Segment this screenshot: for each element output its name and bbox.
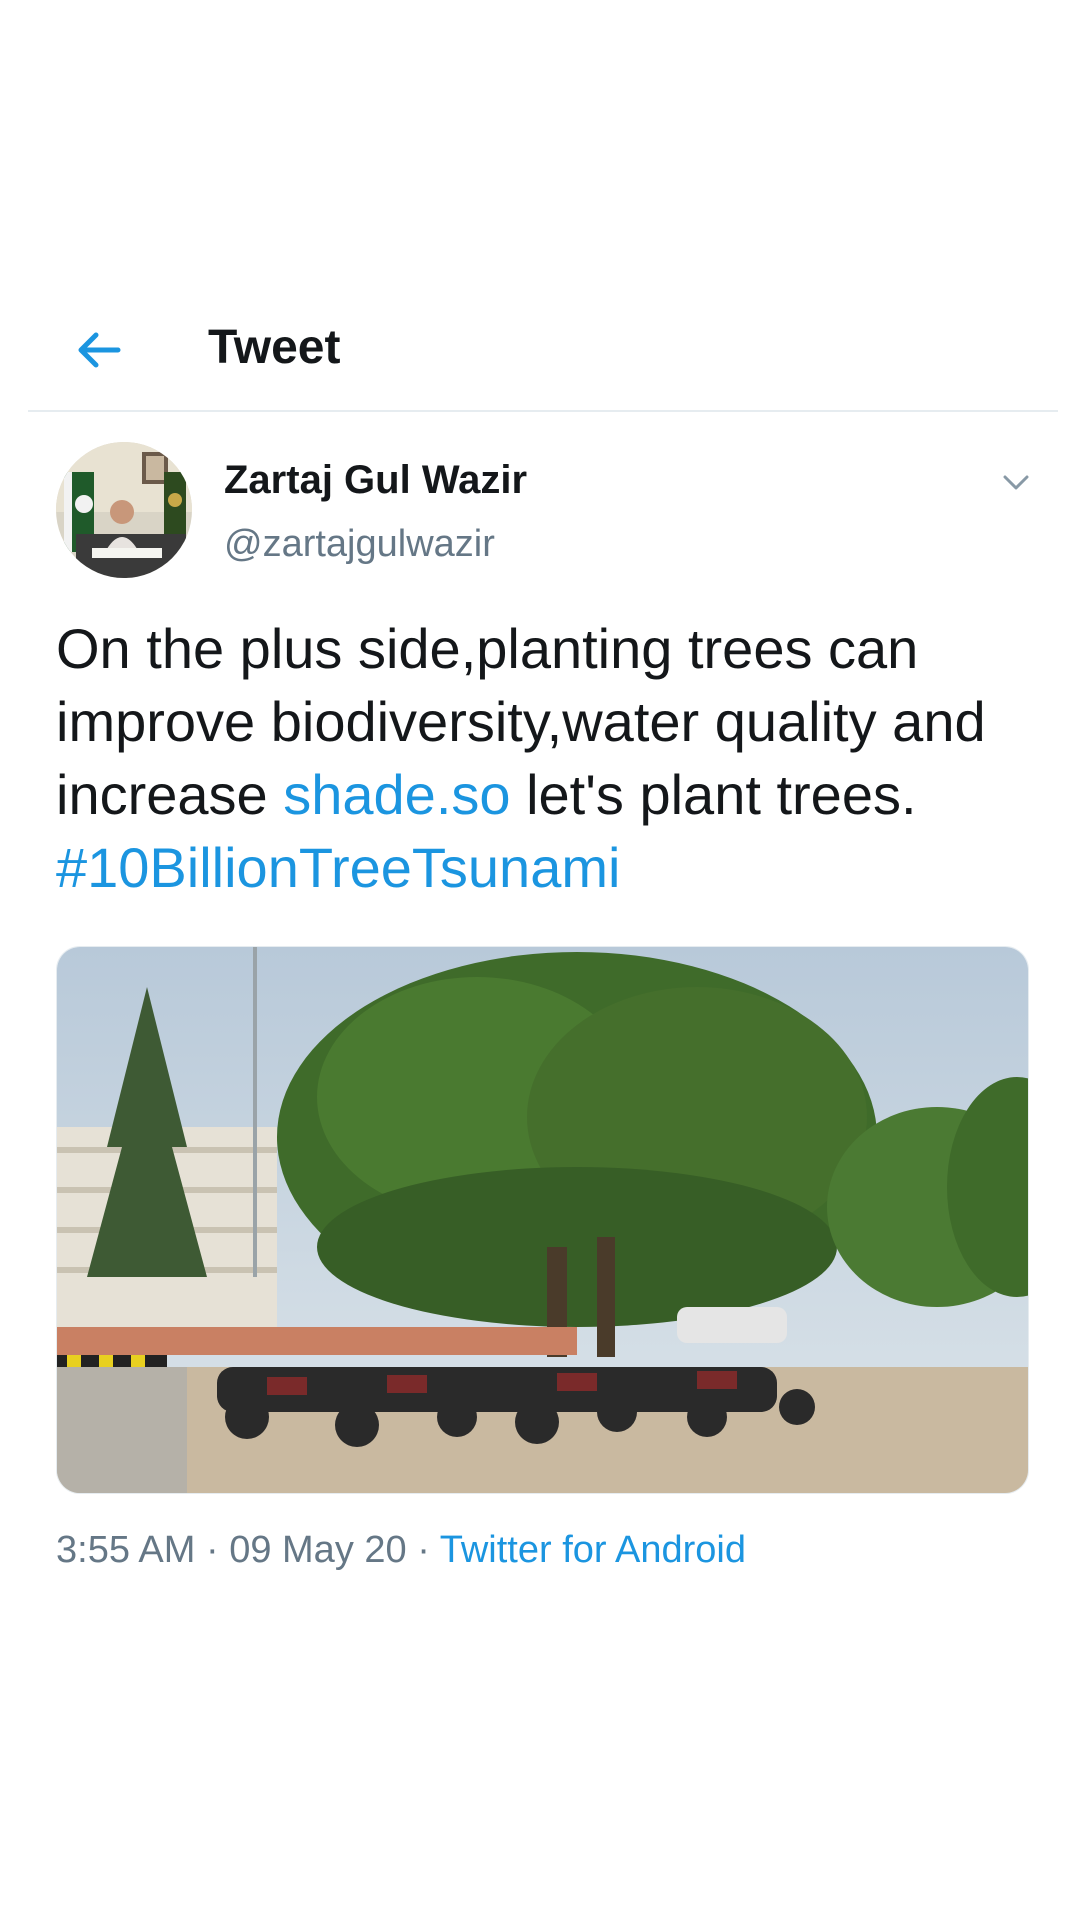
tweet-media-photo[interactable] xyxy=(56,946,1029,1494)
tweet-detail-screen: Tweet Zartaj Gul Wazir @zartajgulwazir O… xyxy=(0,0,1080,1920)
tweet-text-part-2: let's plant trees. xyxy=(510,763,917,826)
more-options-button[interactable] xyxy=(996,462,1036,502)
tweet-time: 3:55 AM xyxy=(56,1529,196,1571)
tweet-date: 09 May 20 xyxy=(229,1529,407,1571)
tweet-source-link[interactable]: Twitter for Android xyxy=(440,1529,746,1571)
hashtag-link[interactable]: #10BillionTreeTsunami xyxy=(56,836,620,899)
back-arrow-icon xyxy=(78,332,121,368)
meta-separator: · xyxy=(195,1529,230,1571)
chevron-down-icon xyxy=(1003,475,1029,490)
photo-trees-motorbikes xyxy=(57,947,1028,1493)
back-button[interactable] xyxy=(68,318,132,382)
tweet-text: On the plus side,planting trees can impr… xyxy=(56,612,1036,904)
top-app-bar: Tweet xyxy=(28,290,1058,412)
author-handle[interactable]: @zartajgulwazir xyxy=(224,520,495,568)
avatar[interactable] xyxy=(56,442,192,578)
tweet-link[interactable]: shade.so xyxy=(283,763,510,826)
meta-separator: · xyxy=(406,1529,440,1571)
avatar-photo xyxy=(56,442,192,578)
author-name[interactable]: Zartaj Gul Wazir xyxy=(224,456,527,504)
page-title: Tweet xyxy=(208,321,341,374)
tweet-meta: 3:55 AM · 09 May 20 · Twitter for Androi… xyxy=(56,1524,746,1576)
